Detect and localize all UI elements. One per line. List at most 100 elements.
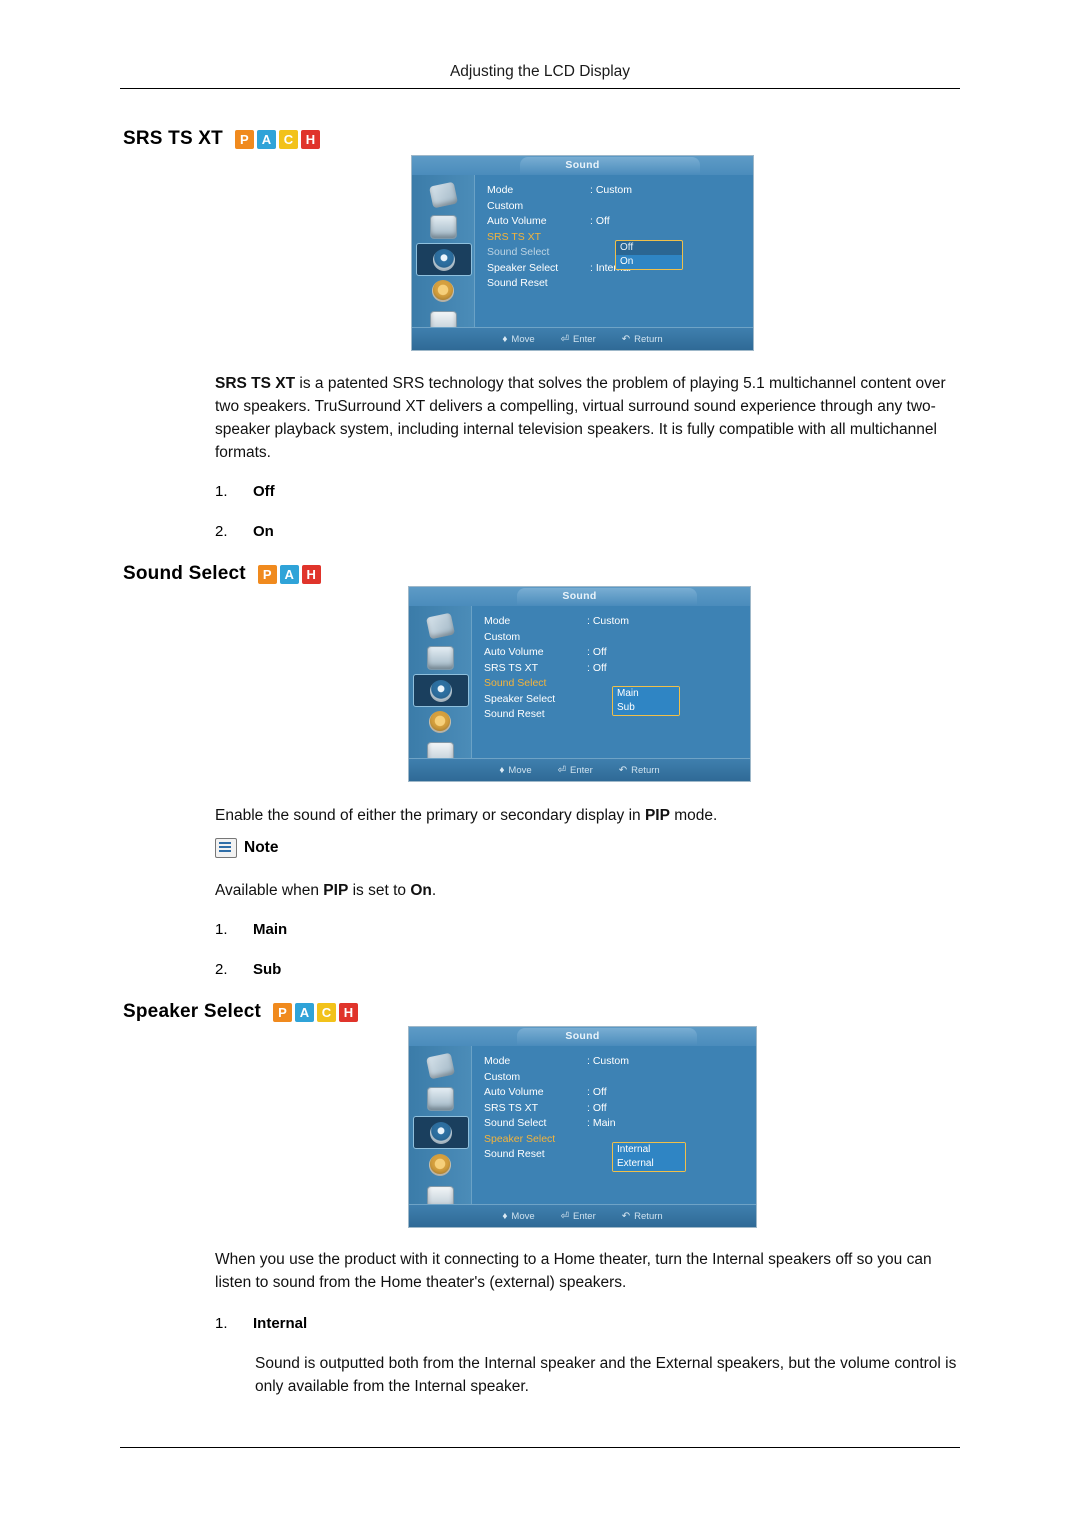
move-icon: ♦ bbox=[502, 333, 508, 345]
option-text: Internal bbox=[253, 1315, 308, 1332]
osd-sidebar bbox=[409, 606, 472, 766]
osd-row[interactable]: Auto Volume: Off bbox=[484, 645, 629, 661]
osd-row[interactable]: Mode : Custom bbox=[484, 1054, 629, 1070]
osd-row-list: Mode: Custom Custom Auto Volume: Off SRS… bbox=[484, 614, 629, 723]
osd-icon-setup[interactable] bbox=[413, 706, 467, 737]
osd-row-label: Mode bbox=[484, 1055, 511, 1067]
osd-icon-sound[interactable] bbox=[413, 674, 469, 707]
osd-row[interactable]: Sound Select bbox=[487, 245, 632, 261]
osd-footer-label: Return bbox=[634, 333, 663, 345]
section-heading-sound-select: Sound Select P A H bbox=[123, 563, 321, 585]
osd-row-label: Mode bbox=[484, 615, 511, 627]
badge-c: C bbox=[317, 1002, 336, 1022]
return-icon: ↶ bbox=[621, 333, 631, 345]
osd-row[interactable]: Mode: Custom bbox=[484, 614, 629, 630]
osd-option-popup[interactable]: Off On bbox=[615, 240, 683, 270]
badge-p: P bbox=[257, 564, 277, 584]
osd-row-label: Auto Volume bbox=[484, 646, 544, 658]
footer-divider bbox=[120, 1447, 960, 1448]
osd-row-value: : Custom bbox=[587, 1055, 630, 1067]
heading-text: Sound Select bbox=[123, 563, 246, 584]
osd-row[interactable]: Sound Select: Main bbox=[484, 1116, 629, 1132]
osd-icon-sound[interactable] bbox=[413, 1116, 469, 1149]
osd-row-value: : Off bbox=[587, 661, 607, 674]
osd-icon-display[interactable] bbox=[413, 642, 467, 673]
osd-icon-picture[interactable] bbox=[413, 1050, 467, 1081]
osd-row-selected[interactable]: Speaker Select bbox=[484, 1132, 629, 1148]
osd-row-selected[interactable]: SRS TS XT bbox=[487, 230, 632, 246]
osd-row-label: Mode bbox=[487, 184, 514, 196]
badge-p: P bbox=[273, 1002, 292, 1022]
osd-title: Sound bbox=[562, 590, 597, 602]
osd-title: Sound bbox=[565, 1030, 600, 1042]
osd-row[interactable]: Sound Reset bbox=[487, 276, 632, 292]
osd-row[interactable]: Speaker Select: Internal bbox=[487, 261, 632, 277]
osd-row[interactable]: Auto Volume: Off bbox=[484, 1085, 629, 1101]
speaker-icon bbox=[430, 679, 452, 702]
osd-footer-enter: ⏎ Enter bbox=[561, 1211, 596, 1222]
osd-row[interactable]: Auto Volume: Off bbox=[487, 214, 632, 230]
osd-row-value: : Off bbox=[587, 1086, 607, 1098]
osd-row-label: Speaker Select bbox=[484, 1132, 556, 1145]
speaker-icon bbox=[430, 1121, 452, 1144]
osd-icon-setup[interactable] bbox=[416, 275, 470, 306]
osd-icon-sound[interactable] bbox=[416, 243, 472, 276]
osd-footer: ♦ Move ⏎ Enter ↶ Return bbox=[409, 758, 750, 781]
osd-icon-picture[interactable] bbox=[413, 610, 467, 641]
osd-option-selected[interactable]: Main bbox=[613, 687, 679, 701]
monitor-icon bbox=[426, 645, 454, 670]
osd-option-selected[interactable]: On bbox=[616, 255, 682, 269]
osd-row[interactable]: Speaker Select bbox=[484, 692, 629, 708]
osd-screenshot-srs-ts-xt: Sound Mode: Custom Custom Auto Volume: O… bbox=[411, 155, 754, 351]
osd-option[interactable]: Sub bbox=[613, 701, 679, 715]
osd-row-label: Custom bbox=[484, 630, 521, 643]
osd-option-popup[interactable]: Internal External bbox=[612, 1142, 686, 1172]
osd-row-selected[interactable]: Sound Select bbox=[484, 676, 629, 692]
badge-h: H bbox=[339, 1002, 358, 1022]
osd-icon-picture[interactable] bbox=[416, 179, 470, 210]
osd-row-value: : Custom bbox=[590, 184, 633, 196]
osd-row[interactable]: SRS TS XT: Off bbox=[484, 661, 629, 677]
osd-icon-display[interactable] bbox=[416, 211, 470, 242]
osd-footer-label: Move bbox=[511, 1210, 535, 1222]
osd-row[interactable]: Custom bbox=[484, 630, 629, 646]
osd-row-label: Sound Reset bbox=[484, 708, 545, 720]
osd-footer-move: ♦ Move bbox=[502, 1211, 534, 1222]
enter-icon: ⏎ bbox=[557, 764, 567, 776]
heading-text: Speaker Select bbox=[123, 1001, 261, 1022]
osd-footer-enter: ⏎ Enter bbox=[561, 334, 596, 345]
osd-row[interactable]: Custom bbox=[484, 1070, 629, 1086]
picture-icon bbox=[428, 181, 458, 208]
enter-icon: ⏎ bbox=[560, 333, 570, 345]
osd-footer-label: Move bbox=[508, 764, 532, 776]
osd-option[interactable]: Off bbox=[616, 241, 682, 255]
badge-h: H bbox=[301, 564, 321, 584]
osd-footer: ♦ Move ⏎ Enter ↶ Return bbox=[412, 327, 753, 350]
osd-screenshot-sound-select: Sound Mode: Custom Custom Auto Volume: O… bbox=[408, 586, 751, 782]
osd-row[interactable]: Custom bbox=[487, 199, 632, 215]
badge-group: P A C H bbox=[273, 1002, 358, 1022]
osd-option-selected[interactable]: Internal bbox=[613, 1143, 685, 1157]
option-number: 2. bbox=[215, 961, 228, 978]
osd-row-list: Mode : Custom Custom Auto Volume: Off SRS… bbox=[484, 1054, 629, 1163]
option-text: On bbox=[253, 523, 274, 540]
section-body-sound-select: Enable the sound of either the primary o… bbox=[215, 807, 718, 824]
osd-footer-label: Enter bbox=[573, 333, 596, 345]
osd-row[interactable]: Mode : Custom bbox=[487, 183, 632, 199]
osd-row-label: SRS TS XT bbox=[484, 1101, 539, 1114]
osd-icon-display[interactable] bbox=[413, 1083, 467, 1114]
osd-icon-setup[interactable] bbox=[413, 1149, 467, 1180]
osd-sidebar bbox=[412, 175, 475, 335]
osd-option[interactable]: External bbox=[613, 1157, 685, 1171]
osd-footer: ♦ Move ⏎ Enter ↶ Return bbox=[409, 1204, 756, 1227]
option-number: 2. bbox=[215, 523, 228, 540]
osd-row[interactable]: Sound Reset bbox=[484, 1147, 629, 1163]
osd-row-value: : Main bbox=[587, 1117, 616, 1129]
page-header-title: Adjusting the LCD Display bbox=[449, 63, 631, 80]
osd-footer-return: ↶ Return bbox=[622, 1211, 663, 1222]
osd-row[interactable]: Sound Reset bbox=[484, 707, 629, 723]
osd-row[interactable]: SRS TS XT: Off bbox=[484, 1101, 629, 1117]
heading-text: SRS TS XT bbox=[123, 128, 223, 149]
osd-row-label: Sound Reset bbox=[484, 1148, 545, 1160]
osd-option-popup[interactable]: Main Sub bbox=[612, 686, 680, 716]
